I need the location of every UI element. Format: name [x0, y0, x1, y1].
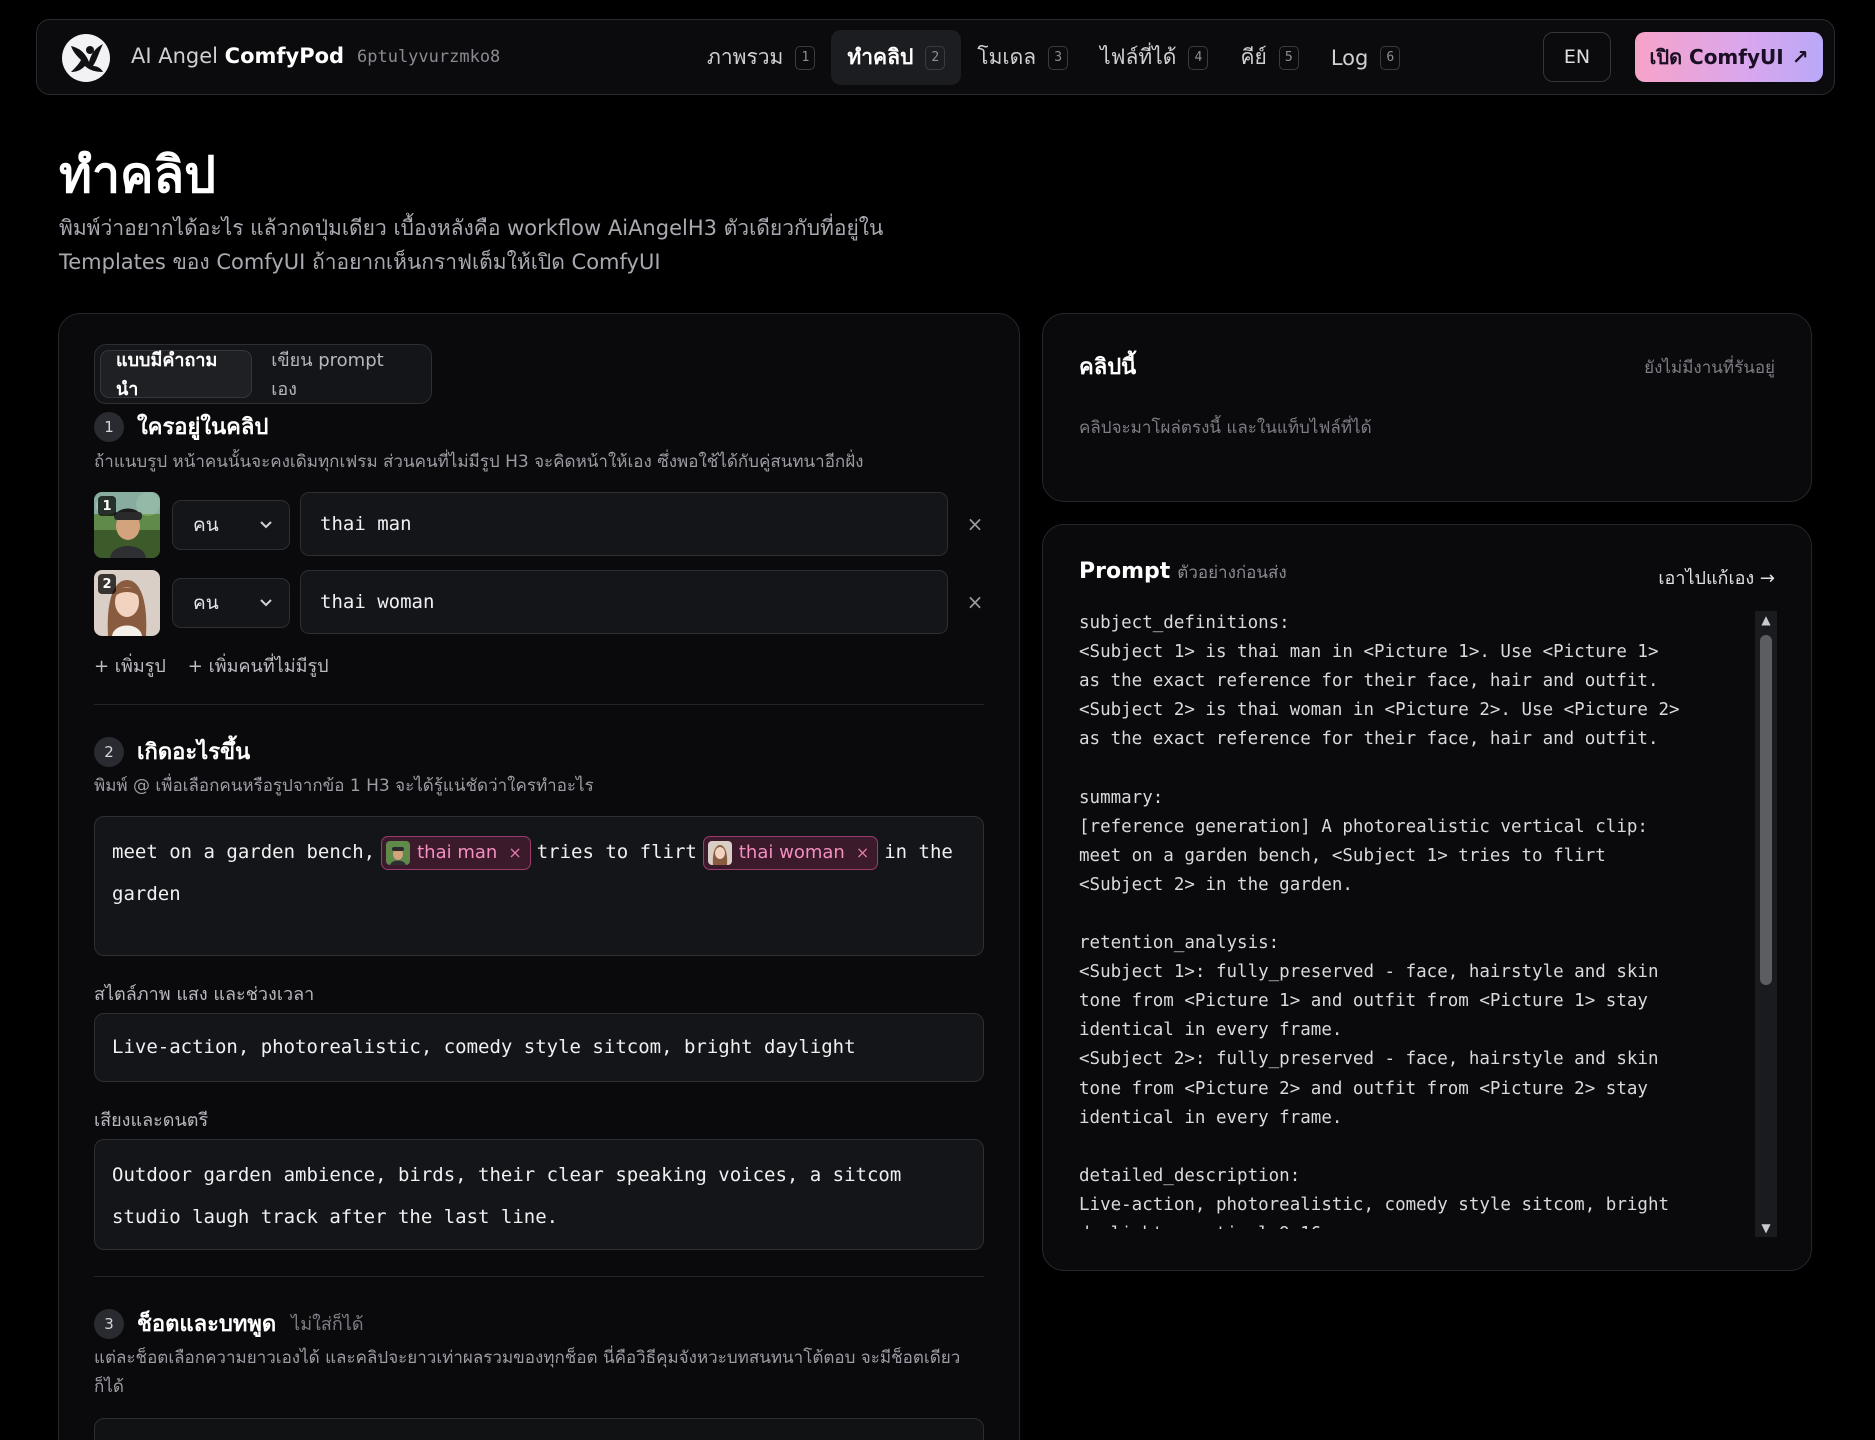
- prompt-card-subtitle: ตัวอย่างก่อนส่ง: [1177, 563, 1287, 583]
- section-subjects-description: ถ้าแนบรูป หน้าคนนั้นจะคงเดิมทุกเฟรม ส่วน…: [94, 452, 864, 472]
- open-comfyui-label: เปิด ComfyUI: [1649, 45, 1784, 69]
- mention-label: thai woman: [738, 841, 845, 863]
- page-description: พิมพ์ว่าอยากได้อะไร แล้วกดปุ่มเดียว เบื้…: [59, 216, 884, 274]
- close-icon[interactable]: ×: [856, 836, 869, 870]
- tab-shortcut-badge: 5: [1278, 45, 1299, 70]
- section-story-description: พิมพ์ @ เพื่อเลือกคนหรือรูปจากข้อ 1 H3 จ…: [94, 776, 594, 796]
- scrollbar-thumb[interactable]: [1760, 635, 1772, 985]
- section-story-header: 2 เกิดอะไรขึ้น: [94, 734, 250, 769]
- story-text: tries to flirt: [536, 841, 697, 863]
- mention-avatar: [707, 840, 732, 865]
- style-input[interactable]: Live-action, photorealistic, comedy styl…: [94, 1013, 984, 1082]
- add-image-link[interactable]: + เพิ่มรูป: [94, 651, 166, 680]
- section-title: ช็อตและบทพูด: [137, 1312, 277, 1337]
- job-status: ยังไม่มีงานที่รันอยู่: [1644, 358, 1775, 378]
- section-subjects-header: 1 ใครอยู่ในคลิป: [94, 409, 268, 444]
- mode-manual-prompt[interactable]: เขียน prompt เอง: [256, 350, 426, 400]
- pod-id: 6ptulyvurzmko8: [357, 47, 501, 67]
- language-button[interactable]: EN: [1543, 32, 1611, 82]
- close-icon[interactable]: ×: [963, 590, 987, 614]
- divider: [94, 704, 984, 705]
- subject-photo[interactable]: 1: [94, 492, 160, 558]
- clip-preview-card: คลิปนี้ ยังไม่มีงานที่รันอยู่ คลิปจะมาโผ…: [1042, 313, 1812, 502]
- close-icon[interactable]: ×: [508, 836, 521, 870]
- section-shots-description: แต่ละช็อตเลือกความยาวเองได้ และคลิปจะยาว…: [94, 1348, 961, 1397]
- scroll-down-arrow-icon[interactable]: ▼: [1758, 1221, 1774, 1235]
- main-nav: ภาพรวม 1 ทำคลิป 2 โมเดล 3 ไฟล์ที่ได้ 4 คีย์ 5…: [691, 30, 1416, 85]
- divider: [94, 1276, 984, 1277]
- section-title: เกิดอะไรขึ้น: [137, 740, 251, 765]
- audio-input[interactable]: Outdoor garden ambience, birds, their cl…: [94, 1139, 984, 1250]
- subject-kind-value: คน: [193, 514, 219, 536]
- page-title: ทำคลิป: [59, 146, 216, 204]
- top-bar: AI Angel ComfyPod 6ptulyvurzmko8 ภาพรวม 1…: [36, 19, 1835, 95]
- close-icon[interactable]: ×: [963, 512, 987, 536]
- external-link-icon: ↗: [1791, 45, 1809, 69]
- story-input[interactable]: meet on a garden bench, thai man × tries to…: [94, 816, 984, 956]
- tab-output-files[interactable]: ไฟล์ที่ได้ 4: [1084, 30, 1224, 85]
- mention-avatar: [386, 840, 411, 865]
- subject-index-badge: 2: [98, 574, 116, 594]
- add-person-link[interactable]: + เพิ่มคนที่ไม่มีรูป: [188, 651, 329, 680]
- open-comfyui-button[interactable]: เปิด ComfyUI ↗: [1635, 32, 1823, 82]
- section-shots-header: 3 ช็อตและบทพูด ไม่ใส่ก็ได้: [94, 1306, 364, 1341]
- clip-empty-state: คลิปจะมาโผล่ตรงนี้ และในแท็บไฟล์ที่ได้: [1079, 418, 1372, 438]
- subject-kind-select[interactable]: คน: [172, 500, 290, 550]
- clip-form-card: แบบมีคำถามนำ เขียน prompt เอง 1 ใครอยู่ใ…: [58, 313, 1020, 1440]
- mention-chip[interactable]: thai woman ×: [702, 835, 879, 870]
- chevron-down-icon: [260, 521, 272, 529]
- brand-name: AI Angel ComfyPod: [131, 44, 345, 68]
- tab-make-clip[interactable]: ทำคลิป 2: [831, 30, 962, 85]
- add-subject-links: + เพิ่มรูป + เพิ่มคนที่ไม่มีรูป: [94, 651, 329, 680]
- subject-name-input[interactable]: thai man: [300, 492, 948, 556]
- prompt-scrollbar[interactable]: ▲ ▼: [1755, 611, 1777, 1237]
- tab-shortcut-badge: 1: [795, 45, 816, 70]
- subject-kind-value: คน: [193, 592, 219, 614]
- tab-overview[interactable]: ภาพรวม 1: [691, 30, 831, 85]
- mode-guided[interactable]: แบบมีคำถามนำ: [100, 350, 253, 400]
- tab-models[interactable]: โมเดล 3: [961, 30, 1084, 85]
- prompt-card-header: Prompt ตัวอย่างก่อนส่ง: [1079, 559, 1287, 586]
- audio-label: เสียงและดนตรี: [94, 1110, 209, 1131]
- subject-name-input[interactable]: thai woman: [300, 570, 948, 634]
- optional-hint: ไม่ใส่ก็ได้: [291, 1314, 364, 1335]
- section-number: 3: [94, 1308, 124, 1339]
- tab-shortcut-badge: 4: [1188, 45, 1209, 70]
- scroll-up-arrow-icon[interactable]: ▲: [1758, 613, 1774, 627]
- shot-row[interactable]: [94, 1418, 984, 1440]
- section-number: 2: [94, 736, 124, 767]
- angel-wing-logo-icon: [59, 32, 113, 84]
- tab-keys[interactable]: คีย์ 5: [1224, 30, 1314, 85]
- clip-card-title: คลิปนี้: [1079, 355, 1137, 380]
- story-text: meet on a garden bench,: [112, 841, 376, 863]
- subject-index-badge: 1: [98, 496, 116, 516]
- tab-log[interactable]: Log 6: [1315, 30, 1417, 85]
- style-label: สไตล์ภาพ แสง และช่วงเวลา: [94, 984, 315, 1005]
- tab-shortcut-badge: 3: [1048, 45, 1069, 70]
- prompt-card-title: Prompt: [1079, 559, 1171, 584]
- section-title: ใครอยู่ในคลิป: [137, 415, 269, 440]
- subject-kind-select[interactable]: คน: [172, 578, 290, 628]
- chevron-down-icon: [260, 599, 272, 607]
- mention-chip[interactable]: thai man ×: [381, 835, 531, 870]
- tab-shortcut-badge: 2: [925, 45, 946, 70]
- edit-prompt-link[interactable]: เอาไปแก้เอง →: [1658, 563, 1775, 592]
- subject-row: 1 คน thai man ×: [94, 492, 984, 558]
- prompt-preview-text: subject_definitions: <Subject 1> is thai…: [1079, 613, 1680, 1229]
- section-number: 1: [94, 411, 124, 442]
- subject-row: 2 คน thai woman ×: [94, 570, 984, 636]
- mention-label: thai man: [417, 841, 498, 863]
- tab-shortcut-badge: 6: [1380, 45, 1401, 70]
- mode-switch: แบบมีคำถามนำ เขียน prompt เอง: [94, 344, 432, 404]
- prompt-preview-card: Prompt ตัวอย่างก่อนส่ง เอาไปแก้เอง → sub…: [1042, 524, 1812, 1271]
- subject-photo[interactable]: 2: [94, 570, 160, 636]
